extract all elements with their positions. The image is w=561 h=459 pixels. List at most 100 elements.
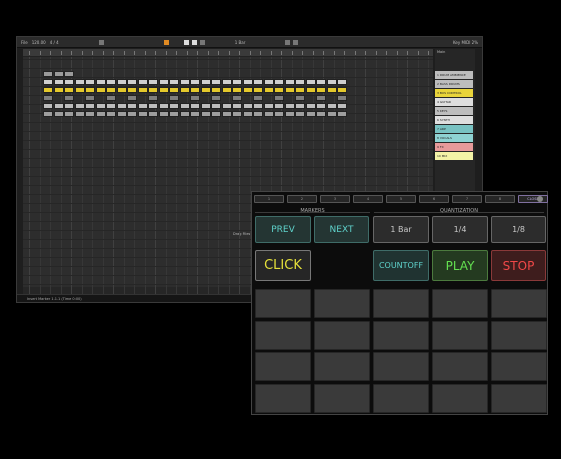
arrangement-clip[interactable] bbox=[137, 87, 148, 93]
arrangement-clip[interactable] bbox=[116, 103, 127, 109]
arrangement-clip[interactable] bbox=[116, 111, 127, 117]
scene-item[interactable]: 2 BASS DRUMS bbox=[435, 80, 473, 88]
arrangement-clip[interactable] bbox=[53, 79, 64, 85]
arrangement-clip[interactable] bbox=[53, 111, 64, 117]
arrangement-clip[interactable] bbox=[211, 87, 221, 93]
arrangement-clip[interactable] bbox=[127, 87, 137, 93]
arrangement-clip[interactable] bbox=[326, 87, 337, 93]
arrangement-clip[interactable] bbox=[85, 95, 95, 101]
signature-readout[interactable]: 4 / 4 bbox=[50, 40, 59, 45]
click-toggle-button[interactable]: CLICK bbox=[255, 250, 311, 281]
arrangement-clip[interactable] bbox=[232, 111, 242, 117]
arrangement-clip[interactable] bbox=[274, 111, 284, 117]
arrangement-clip[interactable] bbox=[263, 79, 274, 85]
play-icon[interactable] bbox=[183, 39, 189, 45]
arrangement-clip[interactable] bbox=[158, 111, 169, 117]
arrangement-clip[interactable] bbox=[316, 87, 326, 93]
pad-button[interactable] bbox=[491, 320, 547, 350]
scene-item[interactable]: 5 KEYS bbox=[435, 107, 473, 115]
arrangement-clip[interactable] bbox=[284, 103, 295, 109]
arrangement-clip[interactable] bbox=[232, 87, 242, 93]
arrangement-clip[interactable] bbox=[148, 79, 158, 85]
arrangement-clip[interactable] bbox=[74, 87, 85, 93]
scene-item[interactable]: 4 GUITAR bbox=[435, 98, 473, 106]
arrangement-clip[interactable] bbox=[148, 87, 158, 93]
arrangement-clip[interactable] bbox=[106, 87, 116, 93]
pad-button[interactable] bbox=[314, 352, 370, 381]
arrangement-clip[interactable] bbox=[190, 87, 200, 93]
prev-marker-button[interactable]: PREV bbox=[255, 216, 311, 243]
arrangement-clip[interactable] bbox=[43, 87, 53, 93]
arrangement-clip[interactable] bbox=[169, 95, 179, 101]
pad-button[interactable] bbox=[432, 289, 488, 318]
arrangement-clip[interactable] bbox=[190, 79, 200, 85]
arrangement-clip[interactable] bbox=[127, 111, 137, 117]
arrangement-clip[interactable] bbox=[253, 79, 263, 85]
arrangement-clip[interactable] bbox=[64, 71, 74, 77]
scene-item[interactable]: 6 SYNTH bbox=[435, 116, 473, 124]
record-icon[interactable] bbox=[199, 39, 205, 45]
page-tab[interactable]: 6 bbox=[419, 195, 449, 203]
arrangement-clip[interactable] bbox=[85, 87, 95, 93]
arrangement-clip[interactable] bbox=[337, 103, 347, 109]
scene-item[interactable]: 1 DRUM AMBIENCE bbox=[435, 71, 473, 79]
arrangement-clip[interactable] bbox=[169, 87, 179, 93]
arrangement-clip[interactable] bbox=[85, 79, 95, 85]
arrangement-clip[interactable] bbox=[337, 111, 347, 117]
pad-button[interactable] bbox=[255, 289, 311, 318]
arrangement-clip[interactable] bbox=[295, 87, 305, 93]
arrangement-clip[interactable] bbox=[169, 79, 179, 85]
scene-item[interactable]: 7 ARP bbox=[435, 125, 473, 133]
page-tab[interactable]: 2 bbox=[287, 195, 317, 203]
arrangement-clip[interactable] bbox=[190, 103, 200, 109]
arrangement-clip[interactable] bbox=[242, 79, 253, 85]
scene-item[interactable]: 9 FX bbox=[435, 143, 473, 151]
arrangement-clip[interactable] bbox=[64, 111, 74, 117]
arrangement-clip[interactable] bbox=[64, 95, 74, 101]
arrangement-clip[interactable] bbox=[95, 87, 106, 93]
page-tab[interactable]: 4 bbox=[353, 195, 383, 203]
arrangement-clip[interactable] bbox=[127, 103, 137, 109]
arrangement-clip[interactable] bbox=[316, 111, 326, 117]
arrangement-clip[interactable] bbox=[211, 111, 221, 117]
arrangement-clip[interactable] bbox=[43, 79, 53, 85]
quantize-quarter-button[interactable]: 1/4 bbox=[432, 216, 488, 243]
position-readout[interactable]: 1 Bar bbox=[235, 40, 246, 45]
arrangement-clip[interactable] bbox=[316, 95, 326, 101]
scene-item[interactable]: 3 BUS CONTROL bbox=[435, 89, 473, 97]
arrangement-clip[interactable] bbox=[64, 79, 74, 85]
pad-button[interactable] bbox=[373, 352, 429, 381]
arrangement-clip[interactable] bbox=[158, 79, 169, 85]
arrangement-clip[interactable] bbox=[190, 111, 200, 117]
pad-button[interactable] bbox=[491, 352, 547, 381]
arrangement-clip[interactable] bbox=[232, 79, 242, 85]
loop-icon[interactable] bbox=[98, 39, 104, 45]
arrangement-clip[interactable] bbox=[127, 95, 137, 101]
menu-file[interactable]: File bbox=[21, 40, 28, 45]
arrangement-clip[interactable] bbox=[232, 95, 242, 101]
arrangement-clip[interactable] bbox=[106, 95, 116, 101]
arrangement-clip[interactable] bbox=[85, 103, 95, 109]
arrangement-clip[interactable] bbox=[284, 111, 295, 117]
pad-button[interactable] bbox=[373, 289, 429, 318]
arrangement-clip[interactable] bbox=[158, 103, 169, 109]
countoff-button[interactable]: COUNTOFF bbox=[373, 250, 429, 281]
arrangement-clip[interactable] bbox=[305, 111, 316, 117]
arrangement-clip[interactable] bbox=[337, 87, 347, 93]
arrangement-clip[interactable] bbox=[74, 111, 85, 117]
arrangement-clip[interactable] bbox=[326, 111, 337, 117]
page-tab[interactable]: 3 bbox=[320, 195, 350, 203]
arrangement-clip[interactable] bbox=[337, 79, 347, 85]
stop-icon[interactable] bbox=[191, 39, 197, 45]
timeline-ruler[interactable] bbox=[23, 49, 433, 57]
arrangement-clip[interactable] bbox=[274, 79, 284, 85]
arrangement-clip[interactable] bbox=[127, 79, 137, 85]
arrangement-clip[interactable] bbox=[263, 87, 274, 93]
arrangement-clip[interactable] bbox=[326, 79, 337, 85]
arrangement-clip[interactable] bbox=[274, 87, 284, 93]
arrangement-clip[interactable] bbox=[95, 111, 106, 117]
arrangement-clip[interactable] bbox=[211, 103, 221, 109]
arrangement-clip[interactable] bbox=[137, 103, 148, 109]
arrangement-clip[interactable] bbox=[221, 103, 232, 109]
pad-button[interactable] bbox=[491, 289, 547, 318]
